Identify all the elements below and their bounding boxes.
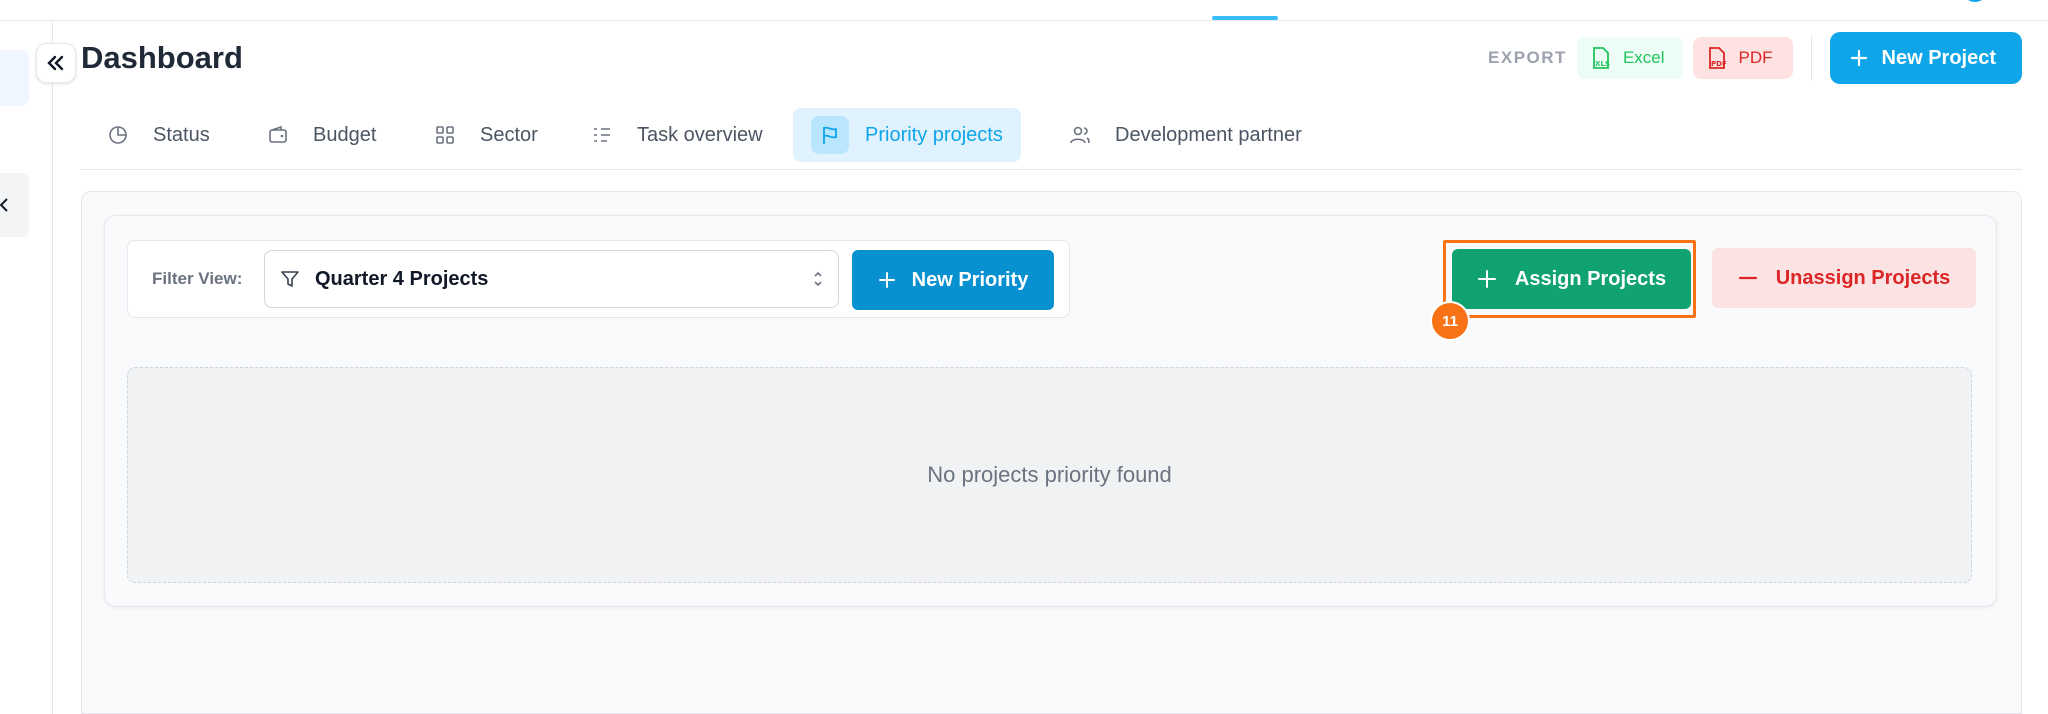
- tab-sector[interactable]: Sector: [408, 108, 556, 162]
- filter-icon: [281, 271, 299, 287]
- users-icon: [1061, 116, 1099, 154]
- checklist-icon: [583, 116, 621, 154]
- new-project-button[interactable]: New Project: [1829, 32, 2022, 84]
- filter-view-selected: Quarter 4 Projects: [315, 267, 489, 290]
- new-priority-label: New Priority: [911, 268, 1029, 291]
- tab-label: Sector: [480, 123, 538, 146]
- new-project-label: New Project: [1881, 46, 1996, 69]
- export-excel-button[interactable]: XLS Excel: [1576, 37, 1683, 79]
- excel-file-icon: XLS: [1593, 47, 1610, 69]
- tab-budget[interactable]: Budget: [241, 108, 394, 162]
- excel-label: Excel: [1622, 48, 1665, 67]
- filter-view-group: Filter View: Quarter 4 Projects New Prio…: [127, 240, 1070, 318]
- tab-label: Status: [153, 123, 210, 146]
- active-nav-indicator: [1212, 16, 1278, 20]
- plus-icon: [1850, 49, 1867, 67]
- tab-label: Priority projects: [865, 123, 1003, 146]
- filter-view-select[interactable]: Quarter 4 Projects: [264, 250, 839, 308]
- empty-state: No projects priority found: [127, 367, 1972, 583]
- assign-projects-button[interactable]: Assign Projects: [1452, 249, 1691, 309]
- assign-projects-highlight: Assign Projects: [1443, 240, 1696, 318]
- main-content: Filter View: Quarter 4 Projects New Prio…: [81, 191, 2022, 714]
- sidebar-item[interactable]: [0, 173, 29, 237]
- minus-icon: [1738, 276, 1757, 280]
- assign-projects-label: Assign Projects: [1514, 267, 1667, 290]
- plus-icon: [878, 272, 895, 288]
- tab-label: Development partner: [1115, 123, 1302, 146]
- pdf-label: PDF: [1738, 48, 1773, 67]
- divider: [1810, 35, 1812, 81]
- tab-label: Budget: [313, 123, 377, 146]
- page-title: Dashboard: [81, 40, 243, 75]
- grid-icon: [426, 116, 464, 154]
- unassign-projects-button[interactable]: Unassign Projects: [1712, 248, 1976, 308]
- svg-text:PDF: PDF: [1711, 60, 1727, 68]
- tab-development-partner[interactable]: Development partner: [1043, 108, 1320, 162]
- empty-state-message: No projects priority found: [927, 462, 1172, 487]
- sidebar-item-active[interactable]: [0, 50, 29, 106]
- chevron-left-icon: [0, 198, 8, 212]
- pdf-file-icon: PDF: [1708, 47, 1727, 69]
- pie-chart-icon: [99, 116, 137, 154]
- sidebar: [0, 21, 53, 714]
- tab-task-overview[interactable]: Task overview: [565, 108, 781, 162]
- unassign-projects-label: Unassign Projects: [1775, 266, 1951, 289]
- filter-view-label: Filter View:: [152, 269, 243, 288]
- chevrons-left-icon: [47, 55, 64, 71]
- step-badge: 11: [1430, 301, 1470, 341]
- plus-icon: [1477, 270, 1496, 288]
- wallet-icon: [259, 116, 297, 154]
- dashboard-tabs: Status Budget Sector Task overview Prior…: [81, 108, 2022, 170]
- export-label: EXPORT: [1488, 48, 1567, 67]
- collapse-sidebar-button[interactable]: [36, 43, 76, 83]
- tab-status[interactable]: Status: [81, 108, 228, 162]
- tab-priority-projects[interactable]: Priority projects: [793, 108, 1021, 162]
- flag-icon: [811, 116, 849, 154]
- priority-projects-card: Filter View: Quarter 4 Projects New Prio…: [104, 215, 1997, 607]
- new-priority-button[interactable]: New Priority: [852, 250, 1054, 310]
- header-actions: EXPORT XLS Excel PDF PDF New Project: [1488, 32, 2022, 84]
- chevron-up-down-icon: [814, 271, 822, 287]
- avatar[interactable]: [1962, 0, 1988, 2]
- export-pdf-button[interactable]: PDF PDF: [1692, 37, 1793, 79]
- svg-text:XLS: XLS: [1595, 60, 1610, 68]
- top-navbar: [0, 0, 2048, 21]
- tab-label: Task overview: [637, 123, 763, 146]
